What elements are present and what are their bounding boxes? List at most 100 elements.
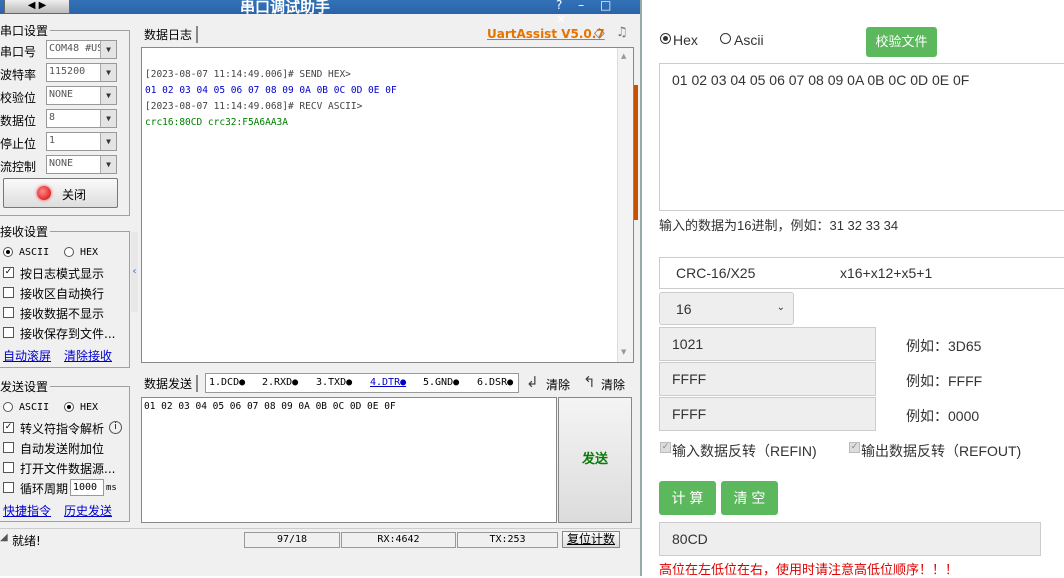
signal-rxd: 2.RXD● [262,377,299,388]
log-line-0: [2023-08-07 11:14:49.006]# SEND HEX> [145,69,351,80]
recv-option-checkbox-0[interactable]: ✓ [3,267,14,278]
status-ready: 就绪! [12,534,41,548]
clear-send-button[interactable]: 清除 [601,376,625,393]
init-input[interactable]: FFFF [659,362,876,396]
send-ascii-radio[interactable] [3,402,13,412]
send-button[interactable]: 发送 [558,397,632,523]
collapse-panel-handle[interactable]: ‹ [131,232,138,312]
status-ratio: 97/18 [244,532,340,548]
window-menu-button[interactable]: ◀ ▶ [4,0,70,14]
status-bar: ◢ 就绪! 97/18 RX:4642 TX:253 复位计数 [0,528,640,548]
log-line-2: [2023-08-07 11:14:49.068]# RECV ASCII> [145,101,363,112]
refout-checkbox[interactable]: ✓ [849,442,860,453]
clear-send-log-button[interactable]: 清除 [546,376,570,393]
send-option-checkbox-1[interactable] [3,442,14,453]
refin-label: 输入数据反转（REFIN) [672,443,817,459]
stopbits-value: 1 [49,135,56,146]
chevron-down-icon: ▼ [100,156,116,173]
recv-option-checkbox-2[interactable] [3,307,14,318]
chevron-down-icon: ▼ [100,41,116,58]
verify-file-button[interactable]: 校验文件 [866,27,937,57]
tab-data-send[interactable]: 数据发送 [144,375,199,392]
hex-radio[interactable] [660,33,671,44]
serial-settings-label: 串口设置 [0,22,51,39]
send-option-checkbox-3[interactable] [3,482,14,493]
receive-settings-label: 接收设置 [0,223,51,240]
ascii-radio[interactable] [720,33,731,44]
send-settings-label: 发送设置 [0,378,51,395]
status-tx: TX:253 [457,532,558,548]
crc-input-textarea[interactable]: 01 02 03 04 05 06 07 08 09 0A 0B 0C 0D 0… [659,63,1064,211]
close-port-button[interactable]: 关闭 [3,178,118,208]
shortcut-commands-link[interactable]: 快捷指令 [3,502,51,519]
signal-dtr[interactable]: 4.DTR● [370,374,423,392]
send-input-area[interactable]: 01 02 03 04 05 06 07 08 09 0A 0B 0C 0D 0… [141,397,557,523]
poly-example: 例如：3D65 [906,338,982,354]
title-bar: ◀ ▶ 串口调试助手 ? – □ × [0,0,640,26]
log-line-1: 01 02 03 04 05 06 07 08 09 0A 0B 0C 0D 0… [145,85,397,96]
input-hint: 输入的数据为16进制，例如：31 32 33 34 [659,218,899,233]
port-select[interactable]: COM48 #US ▼ [46,40,117,59]
scroll-down-icon[interactable]: ▼ [621,348,626,356]
scroll-up-icon[interactable]: ▲ [621,52,626,60]
databits-select[interactable]: 8 ▼ [46,109,117,128]
clear-up-icon[interactable]: ↰ [583,373,596,391]
clear-receive-link[interactable]: 清除接收 [64,347,112,364]
width-select[interactable]: 16 ⌄ [659,292,794,325]
recv-ascii-radio[interactable] [3,247,13,257]
stopbits-select[interactable]: 1 ▼ [46,132,117,151]
bell-icon[interactable]: ♫ [616,25,628,40]
reset-count-button[interactable]: 复位计数 [562,531,620,548]
diamond-icon[interactable]: ◇ [594,25,605,41]
parity-select[interactable]: NONE ▼ [46,86,117,105]
brand-link[interactable]: UartAssist V5.0.7 [487,27,605,41]
send-option-checkbox-0[interactable]: ✓ [3,422,14,433]
parity-label: 校验位 [0,91,37,105]
baud-select[interactable]: 115200 ▼ [46,63,117,82]
databits-label: 数据位 [0,114,37,128]
chevron-down-icon: ▼ [100,110,116,127]
cycle-period-input[interactable]: 1000 [70,479,104,496]
algorithm-select[interactable]: CRC-16/X25 x16+x12+x5+1 [659,257,1064,289]
receive-log-area[interactable]: [2023-08-07 11:14:49.006]# SEND HEX> 01 … [141,47,634,363]
flowctrl-label: 流控制 [0,160,37,174]
recv-hex-label: HEX [80,247,99,258]
xorout-input[interactable]: FFFF [659,397,876,431]
send-option-checkbox-2[interactable] [3,462,14,473]
baud-value: 115200 [49,66,86,77]
flowctrl-value: NONE [49,158,74,169]
close-port-label: 关闭 [62,188,87,202]
log-scrollbar[interactable]: ▲ ▼ [617,48,633,362]
window-controls[interactable]: ? – □ × [556,0,640,26]
log-line-3: crc16:80CD crc32:F5A6AA3A [145,117,288,128]
clear-button[interactable]: 清 空 [721,481,778,515]
send-ascii-label: ASCII [19,402,50,413]
send-hex-radio[interactable] [64,402,74,412]
crc-result-field[interactable]: 80CD [659,522,1041,556]
recv-option-checkbox-1[interactable] [3,287,14,298]
tab-data-log[interactable]: 数据日志 [144,26,199,43]
crc-tool-panel: Hex Ascii 校验文件 01 02 03 04 05 06 07 08 0… [644,0,1064,577]
algorithm-polynomial: x16+x12+x5+1 [840,265,933,281]
clear-arrow-icon[interactable]: ↲ [526,373,539,391]
info-icon[interactable]: i [109,421,122,434]
send-option-label-0: 转义符指令解析 [20,422,105,436]
send-hex-label: HEX [80,402,99,413]
status-led-icon [37,186,51,200]
window-title: 串口调试助手 [240,0,331,16]
recv-hex-radio[interactable] [64,247,74,257]
flowctrl-select[interactable]: NONE ▼ [46,155,117,174]
crc-input-text: 01 02 03 04 05 06 07 08 09 0A 0B 0C 0D 0… [672,72,970,88]
send-option-label-3: 循环周期 [20,482,69,496]
send-history-link[interactable]: 历史发送 [64,502,112,519]
send-option-label-2: 打开文件数据源... [20,462,116,476]
calculate-button[interactable]: 计 算 [659,481,716,515]
autoscroll-link[interactable]: 自动滚屏 [3,347,51,364]
init-example: 例如：FFFF [906,373,983,389]
recv-option-checkbox-3[interactable] [3,327,14,338]
chevron-down-icon: ▼ [100,133,116,150]
splitter-handle[interactable] [634,85,638,220]
poly-input[interactable]: 1021 [659,327,876,361]
recv-option-label-1: 接收区自动换行 [20,287,105,301]
refin-checkbox[interactable]: ✓ [660,442,671,453]
